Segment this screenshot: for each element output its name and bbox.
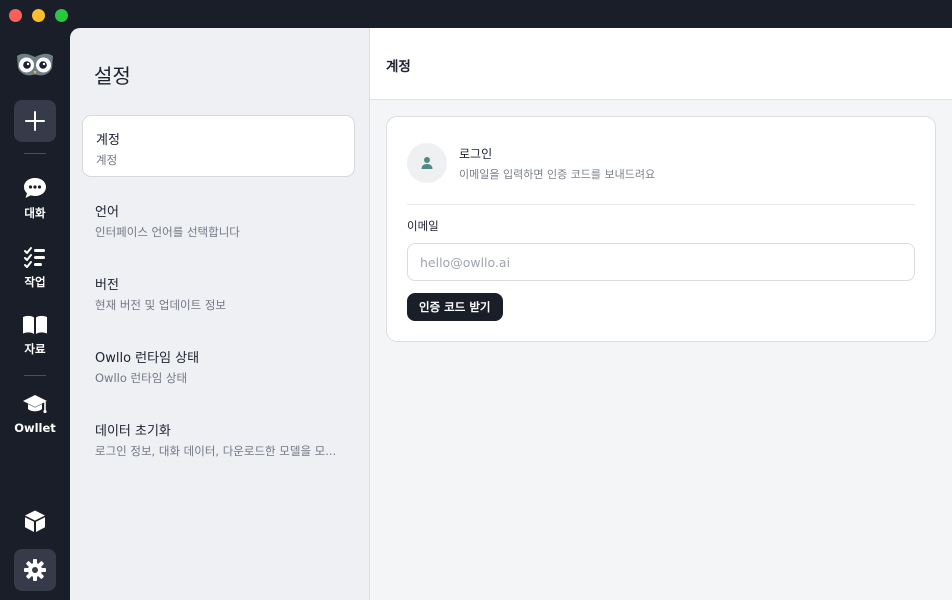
email-field[interactable] (407, 243, 915, 281)
user-icon (421, 157, 433, 169)
settings-item-subtitle: 로그인 정보, 대화 데이터, 다운로드한 모델을 모... (95, 444, 337, 458)
login-title: 로그인 (459, 147, 493, 161)
rail-item-label: 대화 (24, 206, 46, 220)
settings-item-title: 계정 (96, 133, 120, 148)
settings-item-subtitle: 현재 버전 및 업데이트 정보 (95, 298, 227, 312)
rail-item-label: 자료 (24, 342, 46, 356)
rail-item-tasks[interactable]: 작업 (0, 245, 70, 290)
package-box-icon (25, 510, 45, 532)
settings-item-title: Owllo 런타임 상태 (95, 351, 200, 366)
graduation-cap-icon (23, 395, 47, 414)
settings-item-language[interactable]: 언어 인터페이스 언어를 선택합니다 (82, 188, 355, 250)
email-label: 이메일 (407, 219, 439, 233)
main-content: 계정 로그인 이메일을 입력하면 인증 코드를 보내드려요 이메일 인증 코드 … (370, 28, 952, 600)
main-header: 계정 (370, 28, 952, 100)
settings-item-reset-data[interactable]: 데이터 초기화 로그인 정보, 대화 데이터, 다운로드한 모델을 모... (82, 407, 355, 469)
settings-panel: 설정 계정 계정 언어 인터페이스 언어를 선택합니다 버전 현재 버전 및 업… (70, 28, 370, 600)
settings-item-subtitle: Owllo 런타임 상태 (95, 371, 188, 385)
request-code-button[interactable]: 인증 코드 받기 (407, 293, 503, 321)
login-description: 이메일을 입력하면 인증 코드를 보내드려요 (459, 168, 656, 181)
settings-title: 설정 (94, 64, 131, 88)
models-button[interactable] (14, 500, 56, 542)
page-title: 계정 (386, 59, 411, 75)
maximize-window-button[interactable] (55, 9, 68, 22)
rail-item-label: 작업 (24, 275, 46, 289)
book-icon (23, 315, 47, 334)
rail-item-owllet[interactable]: Owllet (0, 392, 70, 435)
rail-divider (24, 153, 46, 154)
rail-divider (24, 375, 46, 376)
sidebar-rail: 대화 작업 자료 Owllet (0, 28, 70, 600)
close-window-button[interactable] (9, 9, 22, 22)
settings-item-title: 버전 (95, 278, 119, 293)
rail-item-label: Owllet (14, 421, 56, 435)
avatar (407, 143, 447, 183)
plus-icon (25, 111, 45, 131)
settings-item-subtitle: 인터페이스 언어를 선택합니다 (95, 225, 240, 239)
minimize-window-button[interactable] (32, 9, 45, 22)
rail-item-chat[interactable]: 대화 (0, 176, 70, 221)
owl-logo-icon (15, 52, 55, 78)
app-window: 대화 작업 자료 Owllet 설정 계정 계정 언어 인터페이스 언어를 선택… (0, 0, 952, 600)
chat-icon (24, 178, 46, 198)
settings-item-runtime-status[interactable]: Owllo 런타임 상태 Owllo 런타임 상태 (82, 334, 355, 396)
settings-item-version[interactable]: 버전 현재 버전 및 업데이트 정보 (82, 261, 355, 323)
login-card: 로그인 이메일을 입력하면 인증 코드를 보내드려요 이메일 인증 코드 받기 (386, 116, 936, 342)
title-bar (0, 0, 952, 30)
card-divider (407, 204, 915, 205)
settings-item-title: 언어 (95, 205, 119, 220)
settings-item-account[interactable]: 계정 계정 (82, 115, 355, 177)
settings-button[interactable] (14, 549, 56, 591)
rail-item-resources[interactable]: 자료 (0, 314, 70, 357)
settings-item-title: 데이터 초기화 (95, 424, 171, 439)
new-chat-button[interactable] (14, 100, 56, 142)
task-list-icon (24, 247, 45, 268)
settings-item-subtitle: 계정 (96, 153, 118, 167)
gear-icon (24, 559, 46, 581)
